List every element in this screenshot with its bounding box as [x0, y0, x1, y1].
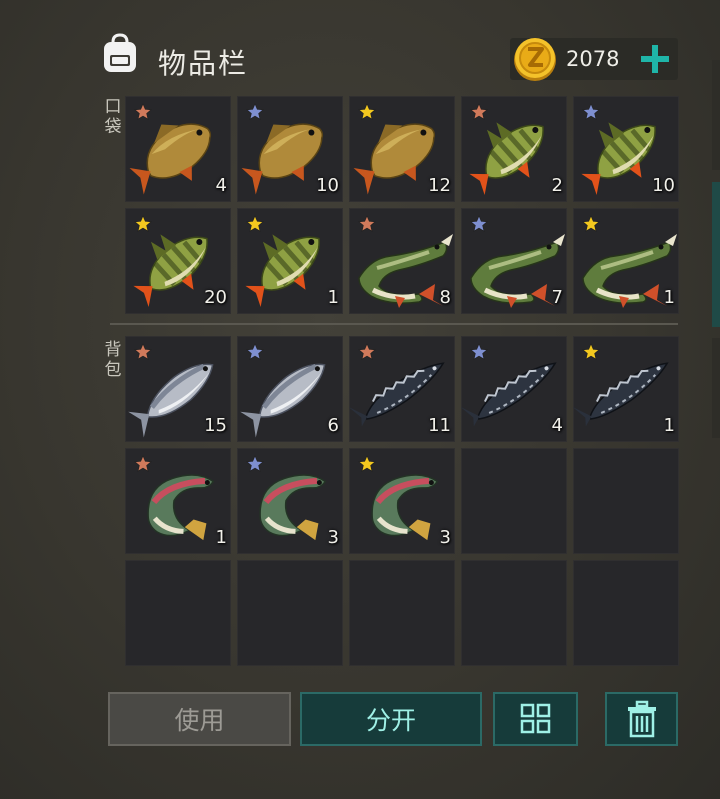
inventory-slot-sturgeon[interactable]: 1 [573, 336, 679, 442]
item-count: 1 [663, 415, 675, 436]
inventory-slot-empty[interactable] [461, 560, 567, 666]
delete-button[interactable] [605, 692, 678, 746]
coin-amount: 2078 [566, 47, 620, 71]
side-panel-edge [712, 338, 720, 438]
side-panel-edge [712, 182, 720, 327]
rarity-star-icon [358, 343, 376, 360]
trash-icon [627, 700, 656, 738]
rarity-star-icon [134, 455, 152, 472]
item-count: 10 [316, 175, 339, 196]
coin-icon [514, 38, 556, 81]
inventory-slot-trout[interactable]: 3 [237, 448, 343, 554]
inventory-slot-salmon[interactable]: 15 [125, 336, 231, 442]
item-count: 6 [327, 415, 339, 436]
page-title: 物品栏 [158, 47, 249, 80]
backpack-icon [104, 33, 136, 72]
rarity-star-icon [358, 103, 376, 120]
item-count: 3 [327, 527, 339, 548]
item-count: 10 [652, 175, 675, 196]
rarity-star-icon [582, 343, 600, 360]
inventory-slot-empty[interactable] [461, 448, 567, 554]
item-count: 4 [551, 415, 563, 436]
split-button[interactable]: 分开 [300, 692, 482, 746]
item-count: 1 [327, 287, 339, 308]
rarity-star-icon [134, 215, 152, 232]
item-count: 12 [428, 175, 451, 196]
pocket-section-label: 口袋 [104, 97, 122, 137]
inventory-slot-empty[interactable] [573, 560, 679, 666]
item-count: 7 [551, 287, 563, 308]
inventory-slot-perch[interactable]: 20 [125, 208, 231, 314]
inventory-slot-trout[interactable]: 1 [125, 448, 231, 554]
inventory-slot-sturgeon[interactable]: 4 [461, 336, 567, 442]
inventory-slot-pike[interactable]: 1 [573, 208, 679, 314]
item-count: 8 [439, 287, 451, 308]
item-count: 1 [215, 527, 227, 548]
item-count: 1 [663, 287, 675, 308]
item-count: 2 [551, 175, 563, 196]
backpack-grid: 15 6 11 4 1 1 3 3 [125, 336, 679, 666]
rarity-star-icon [134, 103, 152, 120]
rarity-star-icon [470, 103, 488, 120]
currency-bar: 2078 [510, 38, 678, 81]
inventory-slot-empty[interactable] [349, 560, 455, 666]
backpack-section-label: 背包 [104, 340, 122, 380]
inventory-slot-empty[interactable] [237, 560, 343, 666]
section-divider [110, 323, 678, 325]
inventory-slot-carp[interactable]: 12 [349, 96, 455, 202]
inventory-slot-salmon[interactable]: 6 [237, 336, 343, 442]
inventory-slot-empty[interactable] [125, 560, 231, 666]
rarity-star-icon [470, 343, 488, 360]
add-currency-button[interactable] [636, 40, 674, 78]
inventory-slot-perch[interactable]: 1 [237, 208, 343, 314]
rarity-star-icon [246, 103, 264, 120]
item-count: 4 [215, 175, 227, 196]
rarity-star-icon [246, 343, 264, 360]
use-button[interactable]: 使用 [108, 692, 291, 746]
inventory-slot-empty[interactable] [573, 448, 679, 554]
grid-sort-icon [520, 703, 550, 734]
rarity-star-icon [470, 215, 488, 232]
item-count: 20 [204, 287, 227, 308]
rarity-star-icon [358, 455, 376, 472]
inventory-slot-trout[interactable]: 3 [349, 448, 455, 554]
inventory-slot-perch[interactable]: 10 [573, 96, 679, 202]
rarity-star-icon [134, 343, 152, 360]
item-count: 11 [428, 415, 451, 436]
sort-button[interactable] [493, 692, 578, 746]
rarity-star-icon [582, 215, 600, 232]
item-count: 3 [439, 527, 451, 548]
inventory-slot-carp[interactable]: 10 [237, 96, 343, 202]
inventory-slot-pike[interactable]: 7 [461, 208, 567, 314]
inventory-slot-perch[interactable]: 2 [461, 96, 567, 202]
pocket-grid: 4 10 12 2 10 20 1 8 7 1 [125, 96, 679, 314]
item-count: 15 [204, 415, 227, 436]
rarity-star-icon [358, 215, 376, 232]
rarity-star-icon [582, 103, 600, 120]
inventory-slot-pike[interactable]: 8 [349, 208, 455, 314]
rarity-star-icon [246, 455, 264, 472]
rarity-star-icon [246, 215, 264, 232]
inventory-slot-sturgeon[interactable]: 11 [349, 336, 455, 442]
inventory-slot-carp[interactable]: 4 [125, 96, 231, 202]
side-panel-edge [712, 60, 720, 170]
